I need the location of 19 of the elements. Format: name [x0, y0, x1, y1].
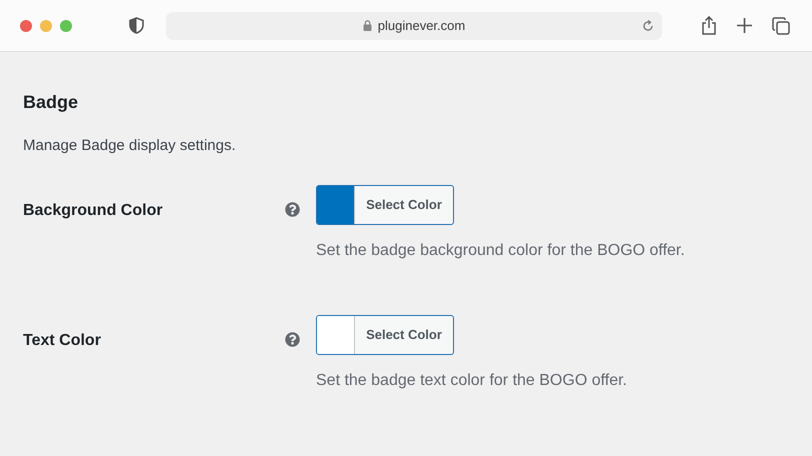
field-label: Text Color	[23, 330, 102, 350]
address-bar[interactable]: pluginever.com	[166, 12, 662, 40]
shield-icon[interactable]	[129, 17, 144, 34]
field-label: Background Color	[23, 200, 164, 220]
reload-icon[interactable]	[642, 20, 654, 32]
section-title: Badge	[23, 91, 78, 114]
help-icon[interactable]	[285, 202, 300, 216]
share-icon[interactable]	[701, 16, 717, 35]
close-window-icon[interactable]	[20, 20, 32, 32]
color-picker-button[interactable]: Select Color	[316, 184, 454, 224]
color-picker-button[interactable]: Select Color	[316, 314, 454, 354]
lock-icon	[362, 20, 372, 31]
tabs-icon[interactable]	[772, 16, 790, 34]
field-help-text: Set the badge text color for the BOGO offer.	[316, 370, 627, 390]
plus-icon[interactable]	[737, 18, 752, 33]
section-description: Manage Badge display settings.	[23, 136, 236, 156]
help-icon[interactable]	[285, 332, 300, 346]
field-help-text: Set the badge background color for the BOGO offer.	[316, 240, 685, 260]
url-text: pluginever.com	[378, 16, 466, 35]
